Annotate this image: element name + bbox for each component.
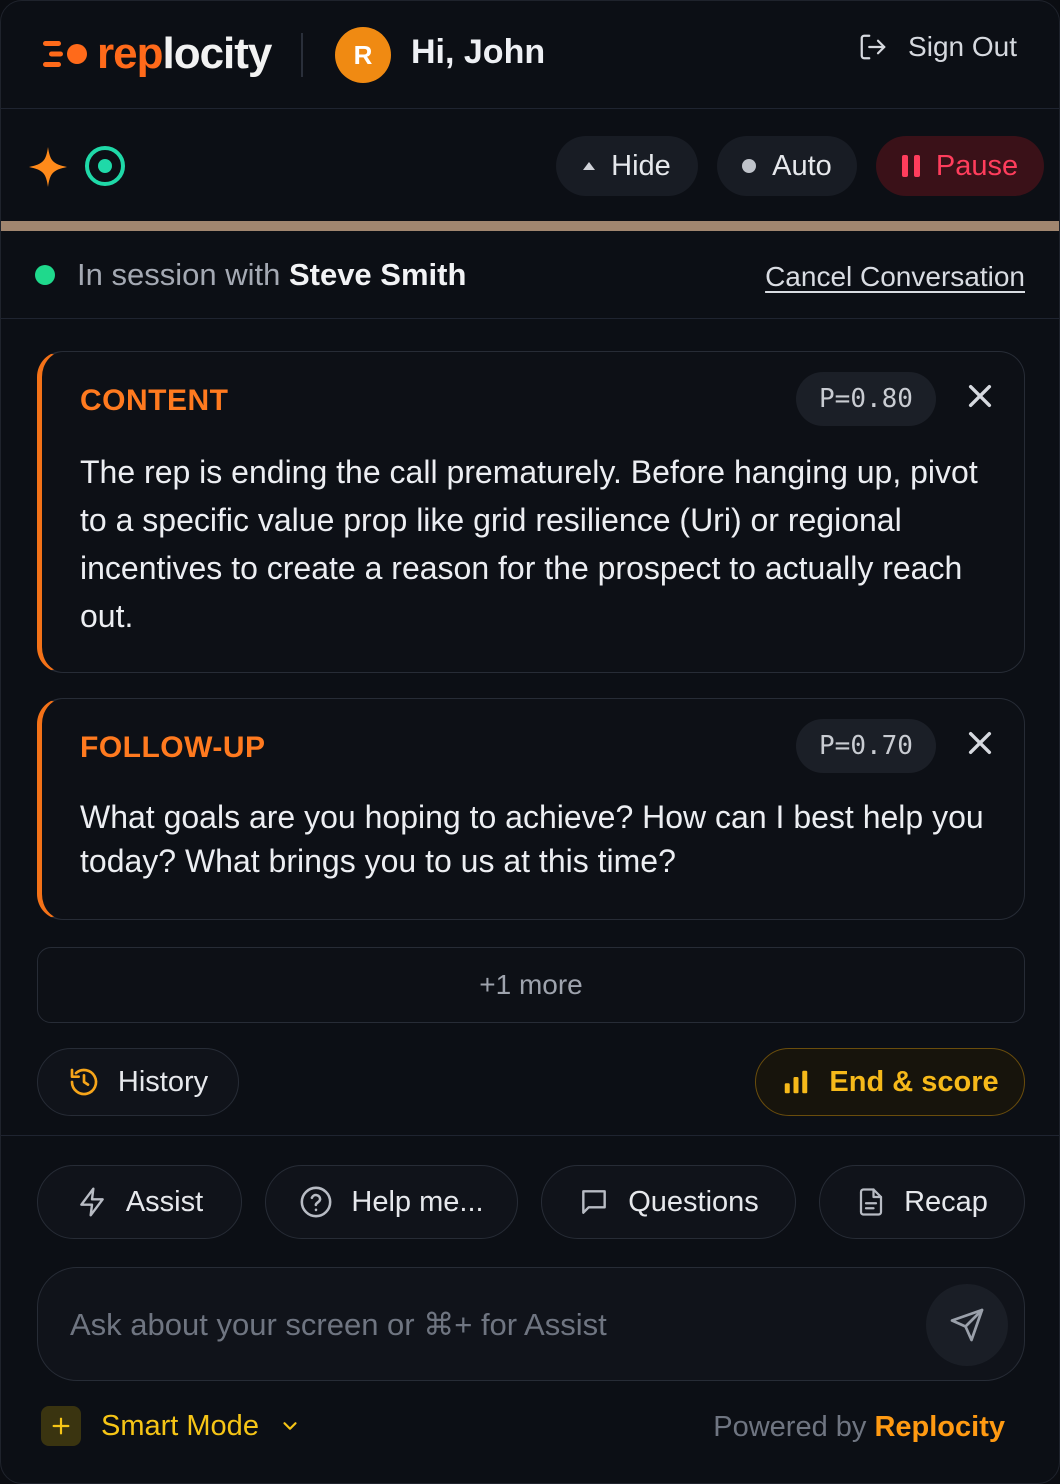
card-body: The rep is ending the call prematurely. … [80, 454, 978, 634]
chevron-down-icon [283, 1422, 297, 1430]
auto-label: Auto [772, 149, 832, 182]
history-label: History [117, 1065, 209, 1098]
pause-button[interactable]: Pause [876, 136, 1044, 196]
assist-button[interactable]: Assist [37, 1165, 242, 1239]
logo-mark-icon [43, 41, 87, 67]
close-icon[interactable] [964, 380, 996, 412]
end-and-score-button[interactable]: End & score [755, 1048, 1025, 1116]
card-category: FOLLOW-UP [80, 731, 266, 764]
recap-button[interactable]: Recap [819, 1165, 1025, 1239]
session-progress-bar [1, 221, 1059, 231]
smart-mode-dropdown[interactable]: Smart Mode [41, 1406, 301, 1446]
send-icon [950, 1308, 984, 1342]
document-icon [859, 1188, 883, 1216]
chat-bubble-icon [582, 1190, 607, 1214]
end-and-score-label: End & score [829, 1065, 999, 1098]
header-divider [301, 33, 303, 77]
dot-icon [742, 159, 757, 173]
card-category: CONTENT [80, 384, 229, 417]
sign-out-label: Sign Out [908, 31, 1017, 62]
question-circle-icon [300, 1186, 332, 1218]
suggestion-card: FOLLOW-UP P=0.70 What goals are you hopi… [37, 698, 1025, 920]
history-icon [70, 1068, 98, 1096]
sign-out-button[interactable]: Sign Out [858, 31, 1017, 63]
auto-button[interactable]: Auto [717, 136, 857, 196]
lightning-icon [79, 1187, 104, 1217]
probability-badge: P=0.70 [796, 719, 936, 773]
logo-suffix: locity [162, 29, 272, 78]
card-body: What goals are you hoping to achieve? Ho… [80, 799, 984, 879]
cancel-conversation-link[interactable]: Cancel Conversation [765, 261, 1025, 293]
logo: replocity [41, 29, 272, 79]
logo-wordmark: replocity [97, 29, 272, 79]
bar-chart-icon [785, 1070, 808, 1094]
powered-prefix: Powered by [713, 1411, 867, 1443]
show-more-button[interactable]: +1 more [37, 947, 1025, 1023]
session-prefix: In session with [77, 257, 281, 292]
recap-label: Recap [904, 1185, 988, 1218]
sparkle-icon [29, 147, 67, 187]
plus-icon [41, 1406, 81, 1446]
ask-input-container [37, 1267, 1025, 1381]
session-status-row: In session with Steve Smith Cancel Conve… [1, 231, 1059, 319]
smart-mode-label: Smart Mode [101, 1409, 259, 1442]
hide-button[interactable]: Hide [556, 136, 698, 196]
sign-out-icon [860, 34, 886, 60]
pause-label: Pause [935, 149, 1019, 182]
assist-label: Assist [125, 1185, 204, 1218]
probability-badge: P=0.80 [796, 372, 936, 426]
history-button[interactable]: History [37, 1048, 239, 1116]
section-divider [1, 1135, 1059, 1136]
ask-input[interactable] [70, 1296, 910, 1354]
session-label: In session with Steve Smith [77, 257, 466, 293]
questions-button[interactable]: Questions [541, 1165, 796, 1239]
close-icon[interactable] [964, 727, 996, 759]
hide-label: Hide [611, 149, 671, 182]
contact-name: Steve Smith [288, 257, 467, 292]
avatar[interactable]: R [335, 27, 391, 83]
help-me-button[interactable]: Help me... [265, 1165, 518, 1239]
caret-up-icon [583, 162, 596, 170]
send-button[interactable] [926, 1284, 1008, 1366]
header: replocity R Hi, John Sign Out [1, 1, 1059, 109]
questions-label: Questions [628, 1185, 759, 1218]
help-me-label: Help me... [351, 1185, 484, 1218]
assistant-panel: replocity R Hi, John Sign Out Hide Auto … [0, 0, 1060, 1484]
live-status-dot [35, 265, 55, 285]
pause-icon [901, 155, 920, 177]
suggestion-card: CONTENT P=0.80 The rep is ending the cal… [37, 351, 1025, 673]
logo-prefix: rep [97, 29, 163, 78]
greeting: Hi, John [411, 33, 546, 71]
powered-by: Powered by Replocity [713, 1411, 1005, 1444]
powered-brand: Replocity [874, 1411, 1005, 1443]
recording-status-icon [85, 146, 125, 186]
